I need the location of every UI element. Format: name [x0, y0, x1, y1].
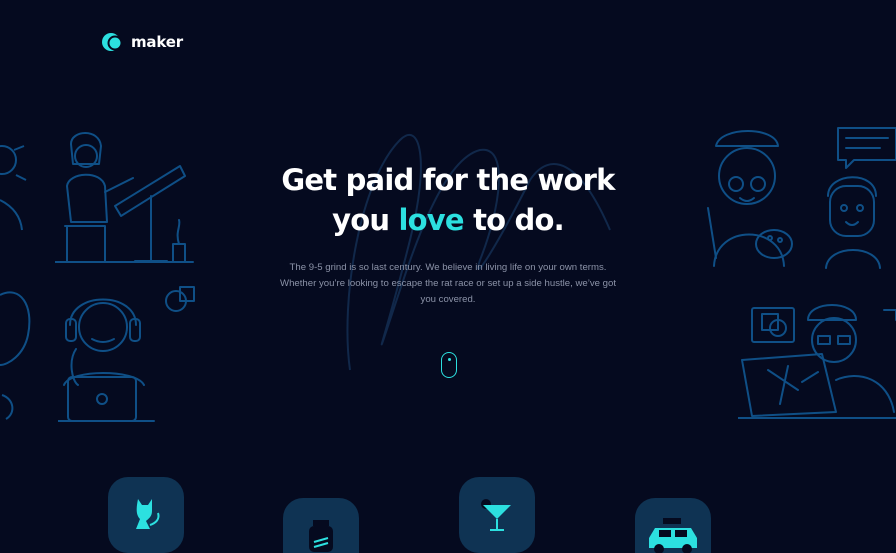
headline-word-you: you [332, 203, 390, 237]
car-icon [649, 518, 697, 553]
logo-mark-icon [102, 33, 123, 51]
headset-laptop-worker-illustration [58, 285, 198, 425]
car-tile [635, 498, 711, 553]
brand-logo[interactable]: maker [101, 30, 183, 54]
headline-line-2-end: to do. [473, 203, 565, 237]
painter-artist-illustration [700, 124, 800, 274]
left-edge-partial-figure-illustration [0, 285, 40, 425]
brand-name: maker [131, 33, 183, 51]
hero-headline: Get paid for the work you love to do. [248, 160, 648, 240]
jar-tile [283, 498, 359, 553]
hero-section: Get paid for the work you love to do. Th… [248, 160, 648, 308]
speech-bubble-boy-illustration [820, 126, 896, 276]
cat-icon [136, 499, 160, 529]
cocktail-tile [459, 477, 535, 553]
cocktail-icon [481, 499, 511, 531]
left-edge-figure-illustration [0, 130, 30, 250]
headline-line-1: Get paid for the work [281, 163, 615, 197]
drafting-designer-illustration [55, 126, 195, 266]
jar-icon [309, 520, 333, 552]
headline-accent-word: love [398, 203, 465, 237]
tablet-illustrator-illustration [738, 300, 896, 430]
cat-tile [108, 477, 184, 553]
hero-subtext: The 9-5 grind is so last century. We bel… [280, 262, 616, 305]
scroll-mouse-icon[interactable] [441, 352, 457, 378]
scroll-wheel-dot [447, 358, 451, 361]
